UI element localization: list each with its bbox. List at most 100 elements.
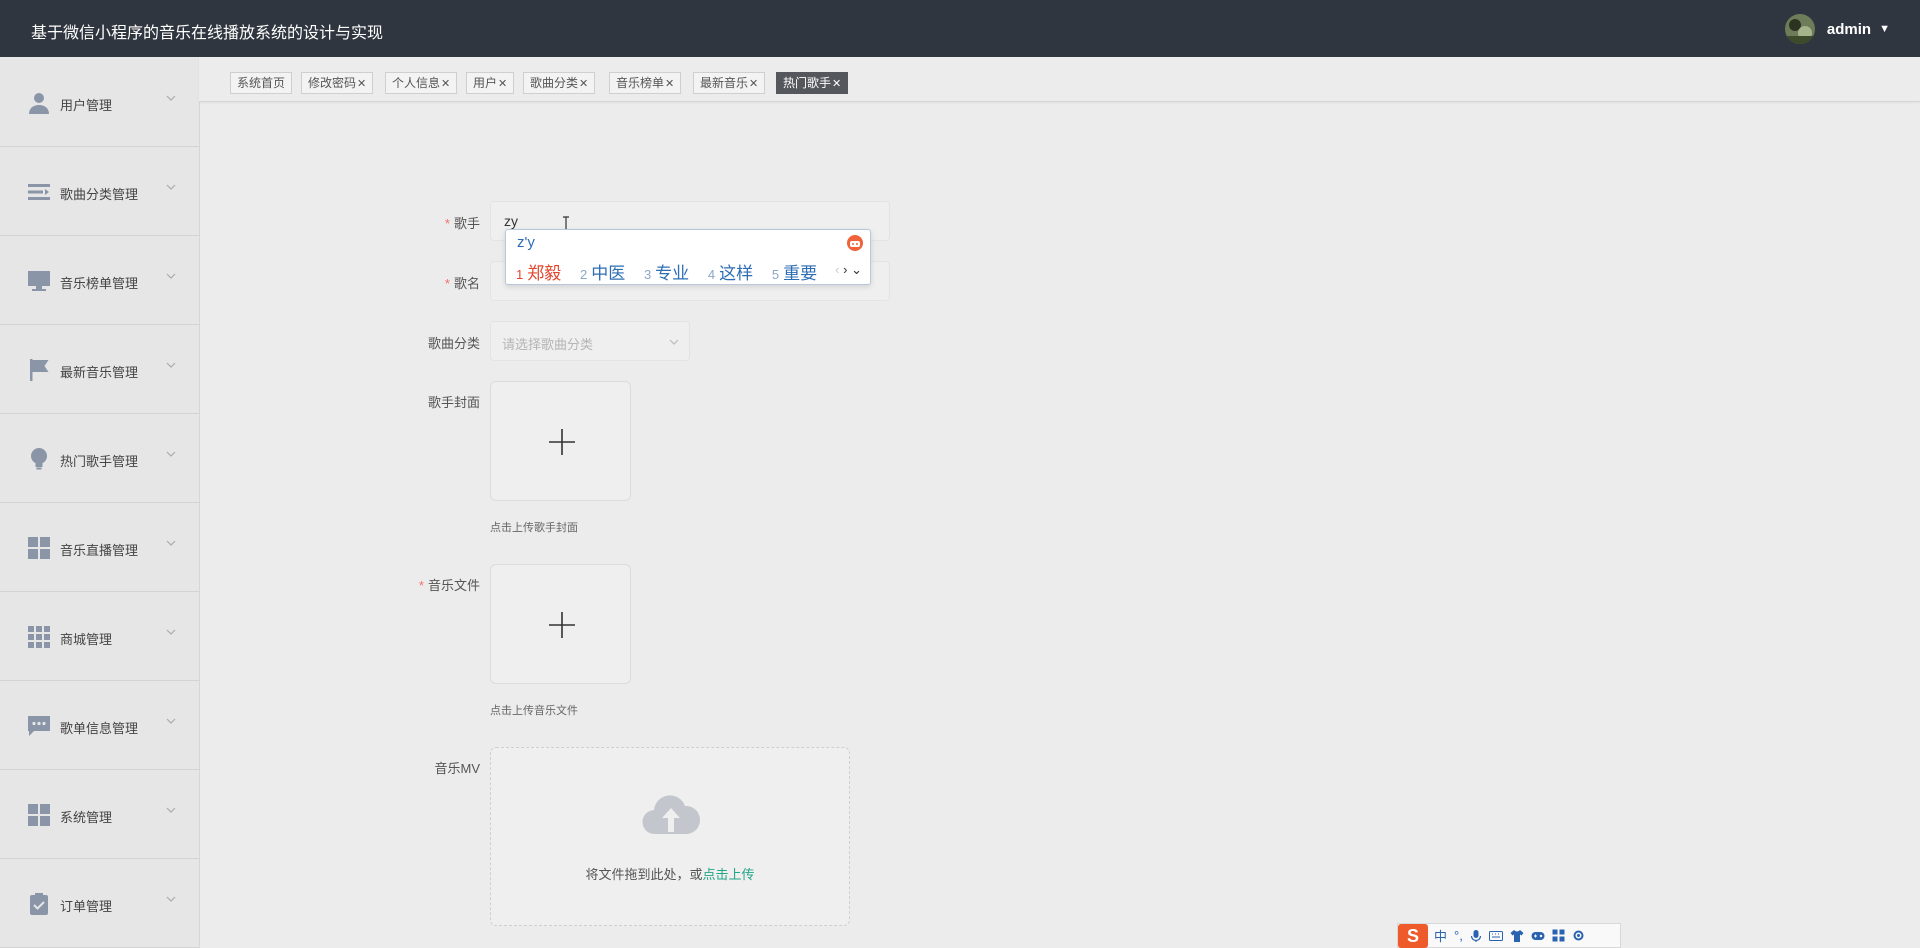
tab-label: 个人信息 (392, 76, 441, 90)
next-page-icon: › (843, 262, 848, 277)
chevron-down-icon (166, 540, 176, 546)
category-select[interactable]: 请选择歌曲分类 (490, 321, 690, 361)
microphone-icon[interactable] (1470, 929, 1482, 943)
game-icon[interactable] (1531, 930, 1545, 942)
chevron-down-icon (166, 362, 176, 368)
sidebar-item-label: 音乐直播管理 (60, 543, 139, 558)
close-icon[interactable]: ✕ (665, 78, 674, 90)
clipboard-icon (30, 893, 48, 915)
tab-users[interactable]: 用户✕ (466, 72, 515, 94)
plus-icon (549, 429, 575, 455)
grid-icon (28, 804, 50, 826)
app-title: 基于微信小程序的音乐在线播放系统的设计与实现 (31, 25, 384, 42)
caret-down-icon[interactable]: ▼ (1879, 23, 1890, 35)
chevron-down-icon (166, 629, 176, 635)
tab-label: 热门歌手 (783, 76, 832, 90)
tab-change-password[interactable]: 修改密码✕ (301, 72, 374, 94)
ime-candidate[interactable]: 2 中医 (580, 264, 625, 283)
sogou-logo-icon[interactable]: S (1398, 923, 1428, 948)
sidebar-item-system[interactable]: 系统管理 (0, 769, 199, 859)
close-icon[interactable]: ✕ (357, 78, 366, 90)
apps-icon (28, 626, 50, 648)
sidebar-item-label: 用户管理 (60, 98, 113, 113)
tab-home[interactable]: 系统首页 (230, 72, 293, 94)
sidebar-item-label: 热门歌手管理 (60, 454, 139, 469)
close-icon[interactable]: ✕ (832, 78, 841, 90)
sidebar-item-label: 歌单信息管理 (60, 721, 139, 736)
drag-text: 将文件拖到此处，或点击上传 (585, 867, 755, 882)
sidebar-item-label: 订单管理 (60, 899, 113, 914)
sidebar-item-chart[interactable]: 音乐榜单管理 (0, 235, 199, 325)
music-file-hint: 点击上传音乐文件 (490, 705, 578, 717)
ime-candidate[interactable]: 4 这样 (708, 264, 753, 283)
tab-music-chart[interactable]: 音乐榜单✕ (609, 72, 682, 94)
cover-label: 歌手封面 (427, 395, 480, 410)
close-icon[interactable]: ✕ (498, 78, 507, 90)
chevron-down-icon (166, 184, 176, 190)
chevron-down-icon (166, 896, 176, 902)
flag-icon (30, 359, 49, 381)
category-label: 歌曲分类 (427, 336, 480, 351)
tab-label: 修改密码 (308, 76, 357, 90)
chevron-down-icon (166, 451, 176, 457)
tab-new-music[interactable]: 最新音乐✕ (693, 72, 766, 94)
tab-label: 歌曲分类 (530, 76, 579, 90)
sidebar-item-order[interactable]: 订单管理 (0, 858, 199, 948)
close-icon[interactable]: ✕ (441, 78, 450, 90)
keyboard-icon[interactable] (1488, 930, 1503, 942)
chat-icon (28, 716, 50, 736)
close-icon[interactable]: ✕ (579, 78, 588, 90)
tab-bar: 系统首页 修改密码✕ 个人信息✕ 用户✕ 歌曲分类✕ 音乐榜单✕ 最新音乐✕ 热… (199, 57, 1920, 102)
tab-hot-singer[interactable]: 热门歌手✕ (776, 72, 849, 94)
cover-hint: 点击上传歌手封面 (490, 522, 578, 534)
song-label: * 歌名 (444, 276, 480, 291)
singer-input-value: zy (504, 213, 518, 229)
sidebar-item-label: 系统管理 (60, 810, 113, 825)
sidebar-item-shop[interactable]: 商城管理 (0, 591, 199, 681)
ime-toolbar: S 中 °, (1397, 923, 1621, 948)
sidebar-item-user[interactable]: 用户管理 (0, 57, 199, 147)
shirt-icon[interactable] (1510, 929, 1524, 943)
music-file-upload[interactable] (490, 564, 631, 684)
sidebar-item-new-music[interactable]: 最新音乐管理 (0, 324, 199, 414)
tab-profile[interactable]: 个人信息✕ (385, 72, 458, 94)
tab-label: 最新音乐 (700, 76, 749, 90)
settings-icon[interactable] (1572, 929, 1585, 942)
sidebar: 用户管理 歌曲分类管理 音乐榜单管理 最新音乐管理 热门歌手管理 音乐直播管理 … (0, 57, 200, 948)
cover-upload[interactable] (490, 381, 631, 501)
ime-page-nav[interactable]: ‹ › ⌄ (835, 262, 862, 278)
upload-link[interactable]: 点击上传 (703, 867, 755, 882)
username[interactable]: admin (1827, 21, 1871, 38)
sidebar-item-label: 音乐榜单管理 (60, 276, 139, 291)
sidebar-item-hot-singer[interactable]: 热门歌手管理 (0, 413, 199, 503)
ime-candidate[interactable]: 3 专业 (644, 264, 689, 283)
ime-candidate[interactable]: 5 重要 (772, 264, 817, 283)
apps-icon[interactable] (1552, 929, 1565, 942)
chevron-down-icon (669, 339, 679, 345)
ime-composition: z'y (517, 234, 535, 251)
plus-icon (549, 612, 575, 638)
bulb-icon (31, 448, 47, 470)
tab-label: 系统首页 (237, 76, 286, 90)
sidebar-item-label: 歌曲分类管理 (60, 187, 139, 202)
ime-punctuation-toggle[interactable]: °, (1454, 928, 1463, 943)
ime-mode-toggle[interactable]: 中 (1434, 926, 1447, 945)
chevron-down-icon (166, 95, 176, 101)
close-icon[interactable]: ✕ (749, 78, 758, 90)
avatar[interactable] (1784, 14, 1815, 44)
sidebar-item-live[interactable]: 音乐直播管理 (0, 502, 199, 592)
monitor-icon (28, 271, 50, 291)
sidebar-item-song-category[interactable]: 歌曲分类管理 (0, 146, 199, 236)
sidebar-item-playlist[interactable]: 歌单信息管理 (0, 680, 199, 770)
mv-drag-upload[interactable]: 将文件拖到此处，或点击上传 (490, 747, 850, 926)
user-menu[interactable]: admin ▼ (1784, 13, 1890, 45)
ime-candidate-window: z'y 1 郑毅 2 中医 3 专业 4 这样 5 重要 ‹ › ⌄ (505, 229, 871, 285)
tab-song-category[interactable]: 歌曲分类✕ (523, 72, 596, 94)
expand-icon: ⌄ (851, 262, 862, 277)
tab-label: 用户 (473, 76, 498, 90)
ime-skin-icon[interactable] (846, 234, 864, 252)
ime-candidate[interactable]: 1 郑毅 (516, 264, 561, 283)
user-icon (29, 93, 49, 114)
prev-page-icon: ‹ (835, 262, 840, 277)
chevron-down-icon (166, 718, 176, 724)
